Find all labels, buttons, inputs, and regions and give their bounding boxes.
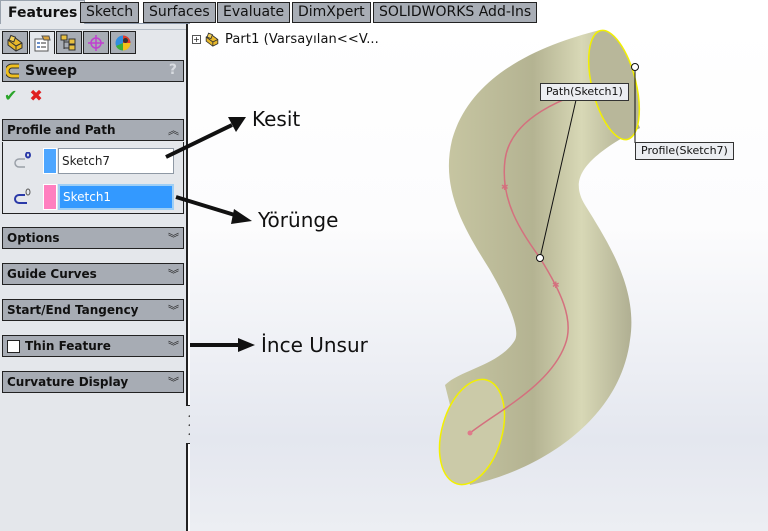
dimxpert-manager-tab[interactable] xyxy=(83,31,109,54)
annotation-ince-unsur: İnce Unsur xyxy=(261,333,368,357)
profile-and-path-body: Sketch7 Sketch1 xyxy=(2,142,184,214)
feature-manager-icon xyxy=(7,34,23,52)
annotation-yorunge: Yörünge xyxy=(258,208,339,232)
part-icon xyxy=(205,32,219,47)
property-manager-icon xyxy=(34,35,51,52)
path-row: Sketch1 xyxy=(3,182,183,210)
property-manager-title: Sweep xyxy=(25,63,78,79)
group-label: Start/End Tangency xyxy=(7,303,139,317)
path-icon xyxy=(14,188,31,204)
part-name: Part1 (Varsayılan<<V... xyxy=(225,32,379,47)
profile-selection-field[interactable]: Sketch7 xyxy=(58,148,174,174)
group-start-end-tangency[interactable]: Start/End Tangency ︾ xyxy=(2,299,184,321)
cancel-button[interactable]: ✖ xyxy=(29,88,42,104)
path-callout[interactable]: Path(Sketch1) xyxy=(540,83,629,101)
flyout-feature-tree[interactable]: + Part1 (Varsayılan<<V... xyxy=(192,32,379,47)
solidworks-window: Features Sketch Surfaces Evaluate DimXpe… xyxy=(0,0,768,531)
expand-icon[interactable]: + xyxy=(192,35,201,44)
path-color-swatch xyxy=(43,184,57,210)
group-guide-curves[interactable]: Guide Curves ︾ xyxy=(2,263,184,285)
manager-tabs xyxy=(2,31,137,54)
graphics-viewport[interactable]: + Part1 (Varsayılan<<V... xyxy=(190,24,768,531)
profile-callout[interactable]: Profile(Sketch7) xyxy=(635,142,734,160)
configuration-manager-icon xyxy=(60,34,76,50)
display-manager-icon xyxy=(115,35,131,51)
group-options[interactable]: Options ︾ xyxy=(2,227,184,249)
tab-evaluate[interactable]: Evaluate xyxy=(217,2,291,23)
thin-feature-checkbox[interactable] xyxy=(7,339,20,353)
group-label: Curvature Display xyxy=(7,375,129,389)
profile-color-swatch xyxy=(43,148,57,174)
property-manager-tab[interactable] xyxy=(29,31,55,54)
tab-solidworks-addins[interactable]: SOLIDWORKS Add-Ins xyxy=(373,2,538,23)
chevron-down-icon[interactable]: ︾ xyxy=(168,302,179,318)
dimxpert-manager-icon xyxy=(88,34,104,51)
feature-manager-tab[interactable] xyxy=(2,31,28,54)
group-label: Profile and Path xyxy=(7,123,116,137)
command-manager-tabs: Features Sketch Surfaces Evaluate DimXpe… xyxy=(0,0,768,24)
chevron-down-icon[interactable]: ︾ xyxy=(168,338,179,354)
ok-cancel-bar: ✔ ✖ xyxy=(4,88,43,104)
path-selection-field[interactable]: Sketch1 xyxy=(58,184,174,210)
chevron-down-icon[interactable]: ︾ xyxy=(168,266,179,282)
annotation-kesit: Kesit xyxy=(252,107,301,131)
tab-surfaces[interactable]: Surfaces xyxy=(143,2,216,23)
ok-button[interactable]: ✔ xyxy=(4,88,17,104)
tab-sketch[interactable]: Sketch xyxy=(80,2,140,23)
group-label: Options xyxy=(7,231,60,245)
sweep-icon xyxy=(6,63,19,79)
sweep-title-bar: Sweep ? xyxy=(2,60,184,82)
tab-features[interactable]: Features xyxy=(0,0,86,24)
profile-row: Sketch7 xyxy=(3,146,183,174)
property-manager-panel: Sweep ? ✔ ✖ Profile and Path ︽ Sketch7 S… xyxy=(0,24,188,531)
group-label: Guide Curves xyxy=(7,267,97,281)
help-button[interactable]: ? xyxy=(169,62,177,78)
display-manager-tab[interactable] xyxy=(110,31,136,54)
group-thin-feature[interactable]: Thin Feature ︾ xyxy=(2,335,184,357)
group-curvature-display[interactable]: Curvature Display ︾ xyxy=(2,371,184,393)
group-label: Thin Feature xyxy=(25,339,111,353)
chevron-down-icon[interactable]: ︾ xyxy=(168,230,179,246)
profile-icon xyxy=(14,152,31,168)
tab-dimxpert[interactable]: DimXpert xyxy=(292,2,371,23)
group-profile-and-path[interactable]: Profile and Path ︽ xyxy=(2,119,184,141)
chevron-up-icon[interactable]: ︽ xyxy=(168,122,179,138)
panel-top-rule xyxy=(0,24,186,30)
chevron-down-icon[interactable]: ︾ xyxy=(168,374,179,390)
configuration-manager-tab[interactable] xyxy=(56,31,82,54)
